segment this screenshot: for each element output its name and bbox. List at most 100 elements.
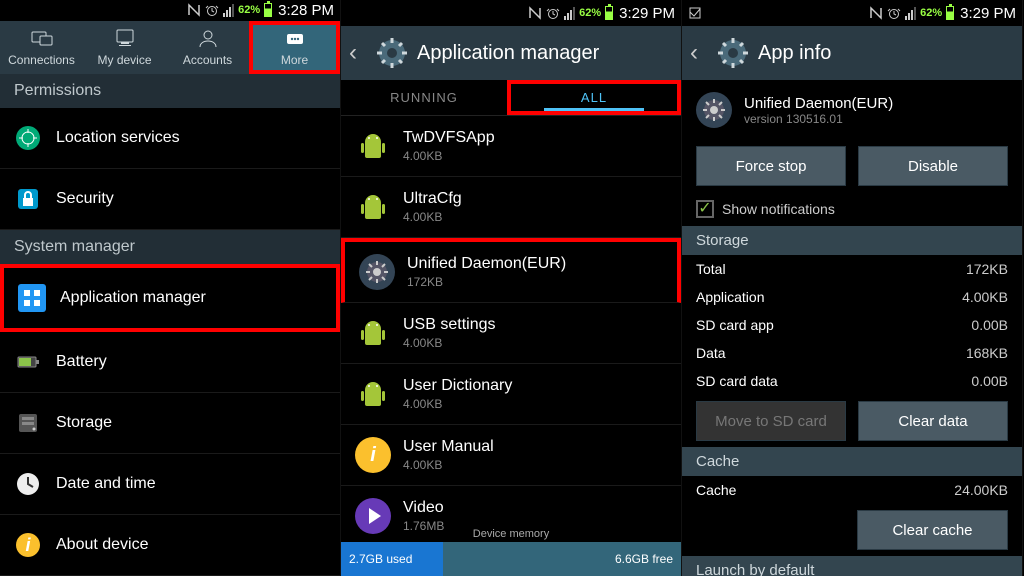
app-row[interactable]: TwDVFSApp4.00KB: [341, 116, 681, 177]
row-label: Battery: [56, 353, 107, 371]
app-size: 4.00KB: [403, 458, 494, 472]
back-icon[interactable]: ‹: [349, 39, 367, 67]
settings-tabs: Connections My device Accounts More: [0, 21, 340, 74]
app-size: 4.00KB: [403, 397, 512, 411]
clock-text: 3:28 PM: [278, 2, 334, 19]
app-header: ‹ Application manager: [341, 26, 681, 80]
row-storage[interactable]: Storage: [0, 393, 340, 454]
app-size: 4.00KB: [403, 210, 462, 224]
tab-running[interactable]: RUNNING: [341, 80, 507, 115]
clock-text: 3:29 PM: [960, 5, 1016, 22]
tab-all[interactable]: ALL: [507, 80, 681, 115]
play-icon: [355, 498, 391, 534]
cache-row: Cache24.00KB: [682, 476, 1022, 504]
nfc-icon: [528, 6, 542, 20]
screen-settings: 62% 3:28 PM Connections My device Accoun…: [0, 0, 341, 576]
clock-icon: [14, 470, 42, 498]
app-row[interactable]: USB settings 4.00KB: [341, 303, 681, 364]
screen-app-manager: 62% 3:29 PM ‹ Application manager RUNNIN…: [341, 0, 682, 576]
app-row[interactable]: i User Manual4.00KB: [341, 425, 681, 486]
storage-icon: [14, 409, 42, 437]
tab-connections[interactable]: Connections: [0, 21, 83, 74]
storage-header: Storage: [682, 226, 1022, 255]
app-row[interactable]: User Dictionary 4.00KB: [341, 364, 681, 425]
app-name: User Dictionary: [403, 377, 512, 395]
header-title: App info: [758, 42, 831, 65]
tab-label: Connections: [8, 53, 75, 67]
tab-label: My device: [97, 53, 151, 67]
clear-data-button[interactable]: Clear data: [858, 401, 1008, 441]
screen-app-info: 62% 3:29 PM ‹ App info Unified Daemon(EU…: [682, 0, 1023, 576]
android-icon: [355, 315, 391, 351]
row-about-device[interactable]: i About device: [0, 515, 340, 576]
tab-label: Accounts: [183, 53, 232, 67]
storage-row: Total172KB: [682, 255, 1022, 283]
alarm-icon: [887, 6, 901, 20]
row-application-manager[interactable]: Application manager: [0, 264, 340, 332]
app-row[interactable]: UltraCfg 4.00KB: [341, 177, 681, 238]
row-label: About device: [56, 536, 149, 554]
battery-icon: [946, 6, 954, 20]
battery-icon: [14, 348, 42, 376]
force-stop-button[interactable]: Force stop: [696, 146, 846, 186]
storage-row: Application4.00KB: [682, 283, 1022, 311]
app-name: USB settings: [403, 316, 495, 334]
accounts-icon: [195, 27, 221, 49]
disable-button[interactable]: Disable: [858, 146, 1008, 186]
row-date-time[interactable]: Date and time: [0, 454, 340, 515]
storage-row: SD card data0.00B: [682, 367, 1022, 395]
app-name: Unified Daemon(EUR): [407, 255, 566, 273]
memory-free: 6.6GB free: [443, 552, 681, 566]
screenshot-icon: [688, 6, 702, 20]
app-size: 4.00KB: [403, 336, 495, 350]
status-bar: 62% 3:28 PM: [0, 0, 340, 21]
connections-icon: [29, 27, 55, 49]
checkbox-icon: ✓: [696, 200, 714, 218]
section-permissions: Permissions: [0, 74, 340, 108]
clock-text: 3:29 PM: [619, 5, 675, 22]
battery-icon: [605, 6, 613, 20]
battery-percent: 62%: [238, 4, 260, 16]
tab-more[interactable]: More: [249, 21, 340, 74]
row-battery[interactable]: Battery: [0, 332, 340, 393]
lock-icon: [14, 185, 42, 213]
battery-icon: [264, 3, 272, 17]
alarm-icon: [205, 3, 219, 17]
back-icon[interactable]: ‹: [690, 39, 708, 67]
row-label: Application manager: [60, 289, 206, 307]
android-icon: [355, 376, 391, 412]
memory-used: 2.7GB used: [341, 542, 443, 576]
more-icon: [282, 27, 308, 49]
status-bar: 62% 3:29 PM: [341, 0, 681, 26]
app-name: Video: [403, 499, 444, 517]
tab-accounts[interactable]: Accounts: [166, 21, 249, 74]
show-notifications-checkbox[interactable]: ✓ Show notifications: [682, 192, 1022, 226]
clear-cache-button[interactable]: Clear cache: [857, 510, 1008, 550]
row-label: Security: [56, 190, 114, 208]
app-name: Unified Daemon(EUR): [744, 95, 893, 112]
battery-percent: 62%: [920, 7, 942, 19]
battery-percent: 62%: [579, 7, 601, 19]
app-row-highlighted[interactable]: Unified Daemon(EUR)172KB: [341, 238, 681, 303]
alarm-icon: [546, 6, 560, 20]
signal-icon: [564, 7, 575, 20]
launch-header: Launch by default: [682, 556, 1022, 576]
signal-icon: [905, 7, 916, 20]
app-name: UltraCfg: [403, 190, 462, 208]
row-label: Date and time: [56, 475, 156, 493]
nfc-icon: [187, 3, 201, 17]
app-name: User Manual: [403, 438, 494, 456]
row-label: Location services: [56, 129, 180, 147]
app-header: ‹ App info: [682, 26, 1022, 80]
tab-my-device[interactable]: My device: [83, 21, 166, 74]
row-security[interactable]: Security: [0, 169, 340, 230]
app-name: TwDVFSApp: [403, 129, 495, 147]
app-list[interactable]: TwDVFSApp4.00KB UltraCfg4.00KB Unified D…: [341, 116, 681, 542]
info-icon: i: [14, 531, 42, 559]
location-icon: [14, 124, 42, 152]
row-location-services[interactable]: Location services: [0, 108, 340, 169]
storage-row: SD card app0.00B: [682, 311, 1022, 339]
cache-header: Cache: [682, 447, 1022, 476]
row-label: Storage: [56, 414, 112, 432]
checkbox-label: Show notifications: [722, 201, 835, 217]
